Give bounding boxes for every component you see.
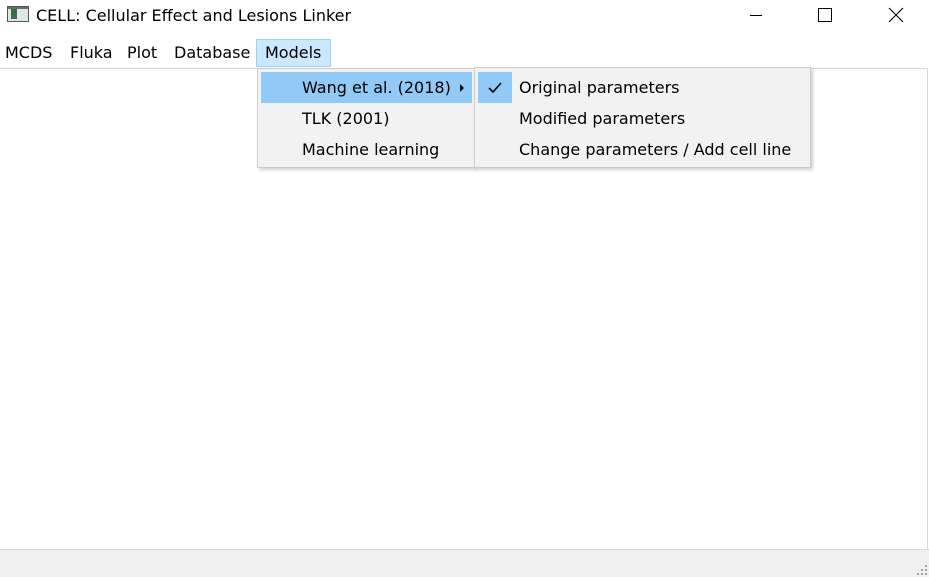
menu-fluka[interactable]: Fluka <box>66 39 117 67</box>
menu-plot[interactable]: Plot <box>123 39 161 67</box>
menu-item-label: Modified parameters <box>519 109 686 128</box>
menu-item-label: Machine learning <box>302 140 440 159</box>
menu-item-label: Wang et al. (2018) <box>302 78 451 97</box>
app-window-icon <box>7 6 29 22</box>
checkmark-box <box>478 72 512 103</box>
status-bar <box>0 549 929 577</box>
maximize-icon <box>818 8 832 22</box>
menu-models[interactable]: Models <box>256 39 331 67</box>
app-icon-bar <box>11 9 17 19</box>
close-icon <box>888 7 904 23</box>
checkmark-icon <box>488 81 502 93</box>
minimize-icon <box>750 15 762 16</box>
wang-submenu: Original parameters Modified parameters … <box>474 67 811 168</box>
maximize-button[interactable] <box>802 0 848 30</box>
title-bar: CELL: Cellular Effect and Lesions Linker <box>0 0 929 36</box>
menu-item-modified-parameters[interactable]: Modified parameters <box>478 103 809 134</box>
menu-mcds[interactable]: MCDS <box>1 39 56 67</box>
menu-item-wang-2018[interactable]: Wang et al. (2018) <box>261 72 472 103</box>
close-button[interactable] <box>873 0 919 30</box>
window-title: CELL: Cellular Effect and Lesions Linker <box>36 6 352 25</box>
submenu-arrow-icon <box>460 84 464 92</box>
menu-item-change-parameters[interactable]: Change parameters / Add cell line <box>478 134 809 165</box>
menu-bar: MCDS Fluka Plot Database Models <box>0 37 929 68</box>
menu-item-label: Change parameters / Add cell line <box>519 140 792 159</box>
menu-item-label: TLK (2001) <box>302 109 390 128</box>
menu-item-label: Original parameters <box>519 78 680 97</box>
models-dropdown-menu: Wang et al. (2018) TLK (2001) Machine le… <box>257 68 475 168</box>
menu-database[interactable]: Database <box>170 39 254 67</box>
menu-item-machine-learning[interactable]: Machine learning <box>261 134 472 165</box>
menu-item-tlk-2001[interactable]: TLK (2001) <box>261 103 472 134</box>
menu-item-original-parameters[interactable]: Original parameters <box>478 72 809 103</box>
resize-grip-icon[interactable] <box>916 564 928 576</box>
app-window: CELL: Cellular Effect and Lesions Linker… <box>0 0 929 577</box>
minimize-button[interactable] <box>733 0 779 30</box>
